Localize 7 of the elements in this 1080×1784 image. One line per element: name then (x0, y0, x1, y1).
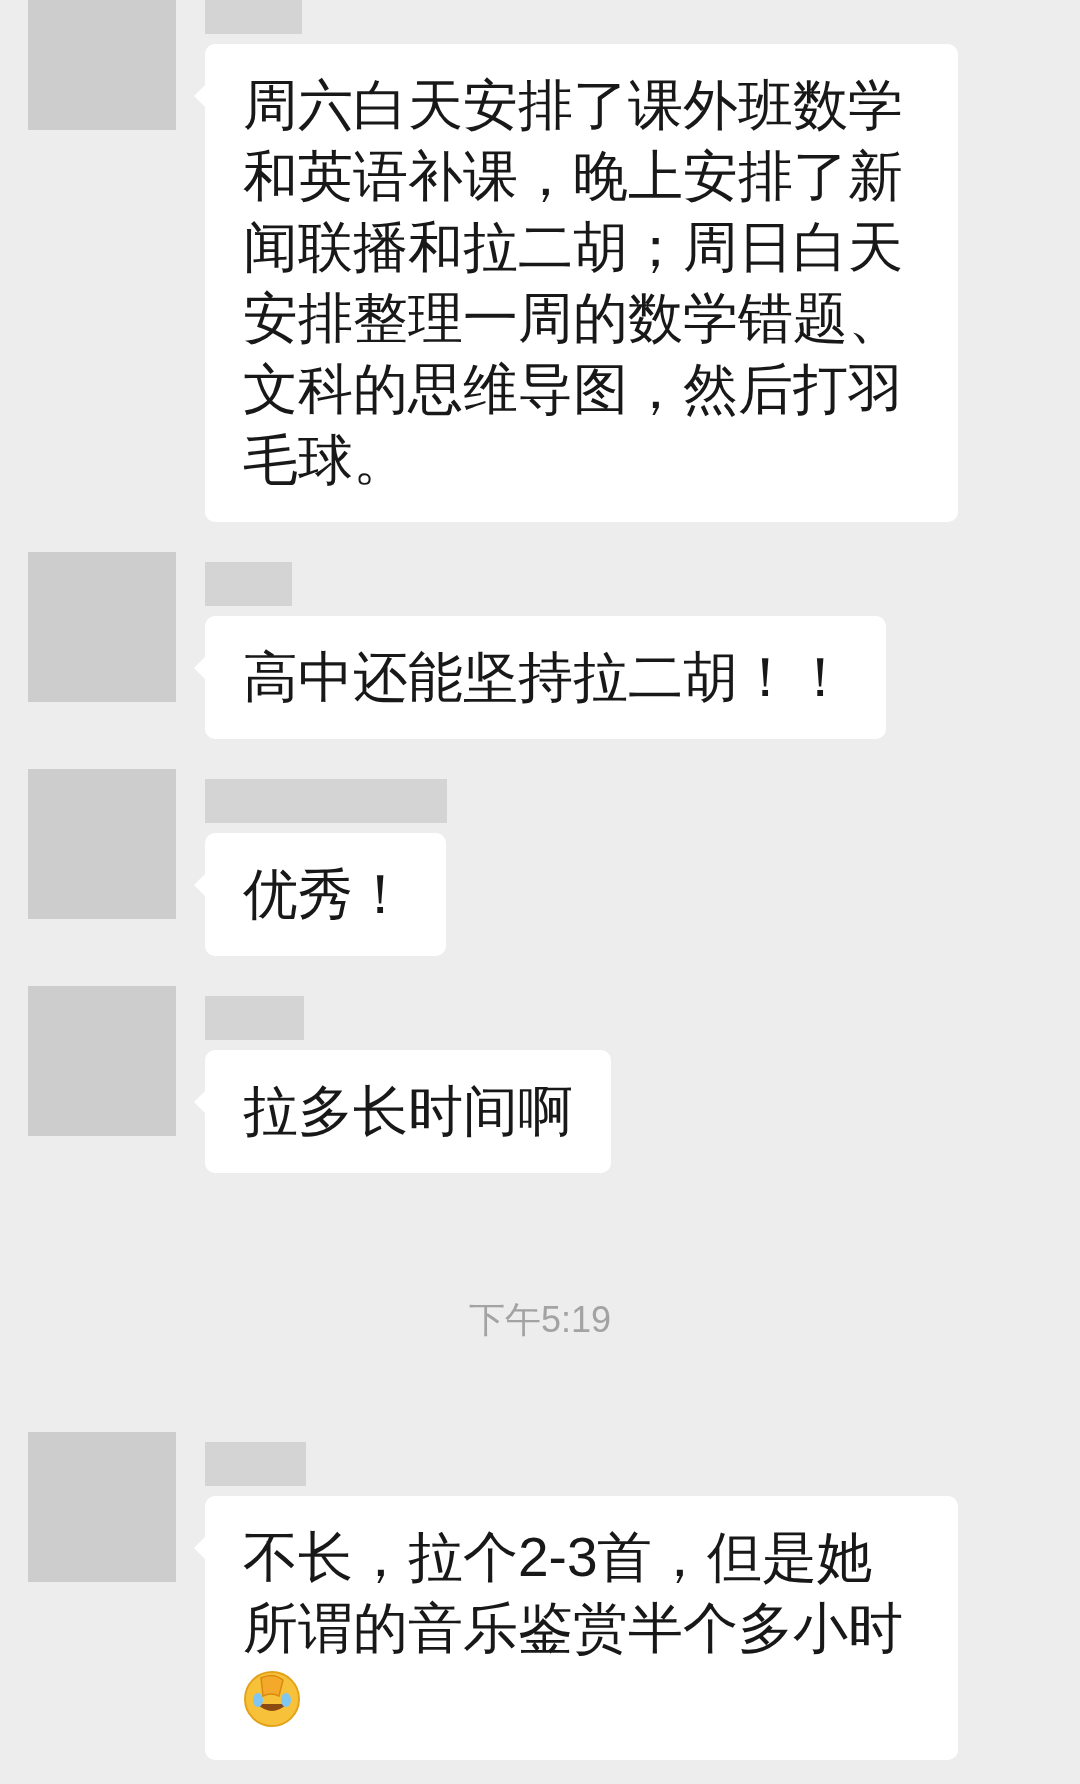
message-text: 不长，拉个2-3首，但是她所谓的音乐鉴赏半个多小时 (243, 1525, 904, 1661)
message-text: 拉多长时间啊 (243, 1079, 573, 1144)
message-text: 周六白天安排了课外班数学和英语补课，晚上安排了新闻联播和拉二胡；周日白天安排整理一周的数学错题、文科的思维导图，然后打羽毛球。 (243, 73, 904, 493)
message-text: 优秀！ (243, 862, 408, 927)
timestamp: 下午5:19 (468, 1298, 612, 1342)
facepalm-emoji-icon (243, 1670, 301, 1728)
message-text: 高中还能坚持拉二胡！！ (243, 645, 848, 710)
